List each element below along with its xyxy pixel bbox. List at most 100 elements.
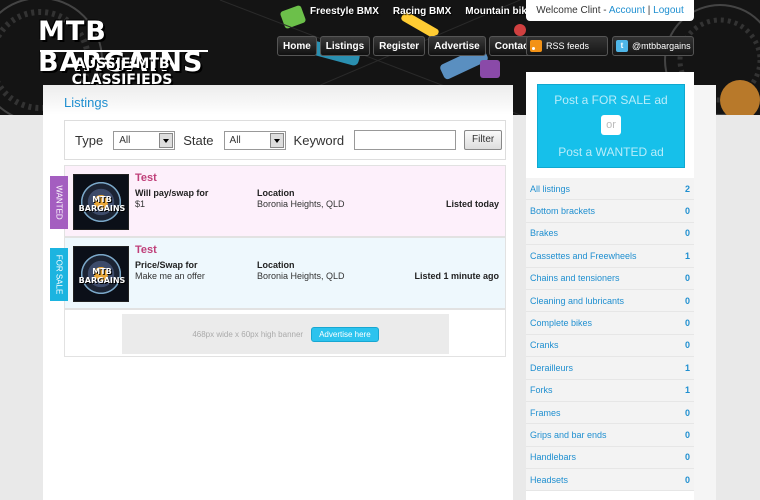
category-name: Cranks xyxy=(530,340,559,351)
post-for-sale-link[interactable]: Post a FOR SALE ad xyxy=(538,93,684,107)
category-name: All listings xyxy=(530,183,571,194)
category-name: Bottom brackets xyxy=(530,206,596,217)
listing-title[interactable]: Test xyxy=(135,172,157,184)
rss-feeds-button[interactable]: RSS feeds xyxy=(526,36,608,56)
nav-listings[interactable]: Listings xyxy=(319,36,371,56)
state-select[interactable]: All xyxy=(223,130,286,150)
price-label: Will pay/swap for xyxy=(135,188,209,198)
filter-bar: Type All State All Keyword Filter xyxy=(64,120,506,160)
category-name: Cleaning and lubricants xyxy=(530,295,625,306)
logout-link[interactable]: Logout xyxy=(653,5,684,16)
welcome-separator: | xyxy=(645,5,654,16)
keyword-input[interactable] xyxy=(354,130,457,150)
category-name: Headsets xyxy=(530,474,569,485)
logo-divider xyxy=(40,50,208,52)
location-label: Location xyxy=(257,260,295,270)
category-item[interactable]: Chains and tensioners 0 xyxy=(526,267,694,290)
location-value: Boronia Heights, QLD xyxy=(257,199,345,209)
category-item[interactable]: Cassettes and Freewheels 1 xyxy=(526,245,694,268)
content-top-shade xyxy=(43,85,513,115)
category-name: Cassettes and Freewheels xyxy=(530,250,637,261)
wanted-tag: WANTED xyxy=(50,176,68,229)
type-select-value: All xyxy=(119,134,131,146)
category-count: 1 xyxy=(684,362,690,373)
category-item[interactable]: Bottom brackets 0 xyxy=(526,200,694,223)
main-nav: Home Listings Register Advertise Contact xyxy=(277,36,538,56)
category-count: 0 xyxy=(684,474,690,485)
category-item[interactable]: Forks 1 xyxy=(526,379,694,402)
category-item[interactable]: Complete bikes 0 xyxy=(526,312,694,335)
nav-advertise[interactable]: Advertise xyxy=(428,36,486,56)
banner-text: 468px wide x 60px high banner xyxy=(192,329,304,339)
listing-thumbnail[interactable]: MTB BARGAINS xyxy=(73,246,129,302)
for-sale-tag: FOR SALE xyxy=(50,248,68,301)
logo-subtitle: AUSSIE MTB CLASSIFIEDS xyxy=(71,56,173,88)
category-count: 2 xyxy=(684,183,690,194)
rss-label: RSS feeds xyxy=(546,41,590,51)
type-label: Type xyxy=(75,132,104,148)
category-item[interactable]: Brakes 0 xyxy=(526,222,694,246)
category-list: All listings 2 Bottom brackets 0 Brakes 0 C… xyxy=(526,178,694,500)
category-name: Grips and bar ends xyxy=(530,429,607,440)
category-count: 0 xyxy=(684,295,690,306)
welcome-text: Welcome Clint - xyxy=(536,5,609,16)
nav-register[interactable]: Register xyxy=(373,36,426,56)
twitter-icon: t xyxy=(616,40,628,52)
banner-placeholder: 468px wide x 60px high banner Advertise … xyxy=(122,314,449,354)
listing-thumbnail[interactable]: MTB BARGAINS xyxy=(73,174,129,230)
twitter-label: @mtbbargains xyxy=(632,41,691,51)
twitter-button[interactable]: t @mtbbargains xyxy=(612,36,694,56)
category-item[interactable]: Derailleurs 1 xyxy=(526,357,694,380)
listing-title[interactable]: Test xyxy=(135,244,157,256)
thumbnail-logo-text: MTB BARGAINS xyxy=(78,195,126,213)
sidebar-edge xyxy=(694,85,716,500)
listed-time: Listed today xyxy=(445,199,499,209)
category-count: 0 xyxy=(684,452,690,463)
category-item[interactable]: All listings 2 xyxy=(526,178,694,201)
state-label: State xyxy=(183,132,214,148)
category-count: 1 xyxy=(684,385,690,396)
nav-home[interactable]: Home xyxy=(277,36,317,56)
top-link-freestyle-bmx[interactable]: Freestyle BMX xyxy=(310,6,379,17)
category-item[interactable]: Cranks 0 xyxy=(526,334,694,358)
chevron-down-icon xyxy=(269,132,284,148)
listing-row[interactable]: FOR SALE MTB BARGAINS Test Price/Swap fo… xyxy=(50,237,506,309)
category-name: Handlebars xyxy=(530,452,577,463)
post-wanted-link[interactable]: Post a WANTED ad xyxy=(538,145,684,159)
chevron-down-icon xyxy=(159,132,174,148)
category-item[interactable]: Cleaning and lubricants 0 xyxy=(526,289,694,313)
location-value: Boronia Heights, QLD xyxy=(257,271,345,281)
category-count: 0 xyxy=(684,273,690,284)
listed-time: Listed 1 minute ago xyxy=(414,271,499,281)
thumbnail-logo-text: MTB BARGAINS xyxy=(78,267,126,285)
filter-button[interactable]: Filter xyxy=(464,130,503,150)
page-title: Listings xyxy=(64,95,109,110)
category-name: Frames xyxy=(530,407,561,418)
category-name: Brakes xyxy=(530,228,559,239)
category-item[interactable]: Frames 0 xyxy=(526,401,694,425)
category-item[interactable]: Headsets 0 xyxy=(526,469,694,492)
top-category-nav: Freestyle BMX Racing BMX Mountain bikes xyxy=(310,6,538,17)
type-select[interactable]: All xyxy=(113,130,176,150)
top-link-racing-bmx[interactable]: Racing BMX xyxy=(393,6,451,17)
category-item[interactable]: Handlebars 0 xyxy=(526,446,694,470)
category-name: Chains and tensioners xyxy=(530,273,620,284)
rss-icon xyxy=(530,40,542,52)
price-label: Price/Swap for xyxy=(135,260,198,270)
account-link[interactable]: Account xyxy=(609,5,645,16)
listing-row[interactable]: WANTED MTB BARGAINS Test Will pay/swap f… xyxy=(50,165,506,237)
category-count: 0 xyxy=(684,228,690,239)
social-links: RSS feeds t @mtbbargains xyxy=(526,36,694,56)
tag-label: FOR SALE xyxy=(54,254,64,295)
category-name: Complete bikes xyxy=(530,318,593,329)
post-or-divider: or xyxy=(601,115,621,135)
category-count: 0 xyxy=(684,206,690,217)
tag-label: WANTED xyxy=(54,185,64,220)
advertise-here-button[interactable]: Advertise here xyxy=(311,326,379,342)
category-item[interactable]: Grips and bar ends 0 xyxy=(526,424,694,447)
site-logo[interactable]: MTB BARGAINS AUSSIE MTB CLASSIFIEDS xyxy=(30,12,215,88)
post-ad-box: Post a FOR SALE ad or Post a WANTED ad xyxy=(537,84,685,168)
category-name: Derailleurs xyxy=(530,362,574,373)
state-select-value: All xyxy=(229,134,241,146)
welcome-bar: Welcome Clint - Account | Logout xyxy=(526,0,694,21)
